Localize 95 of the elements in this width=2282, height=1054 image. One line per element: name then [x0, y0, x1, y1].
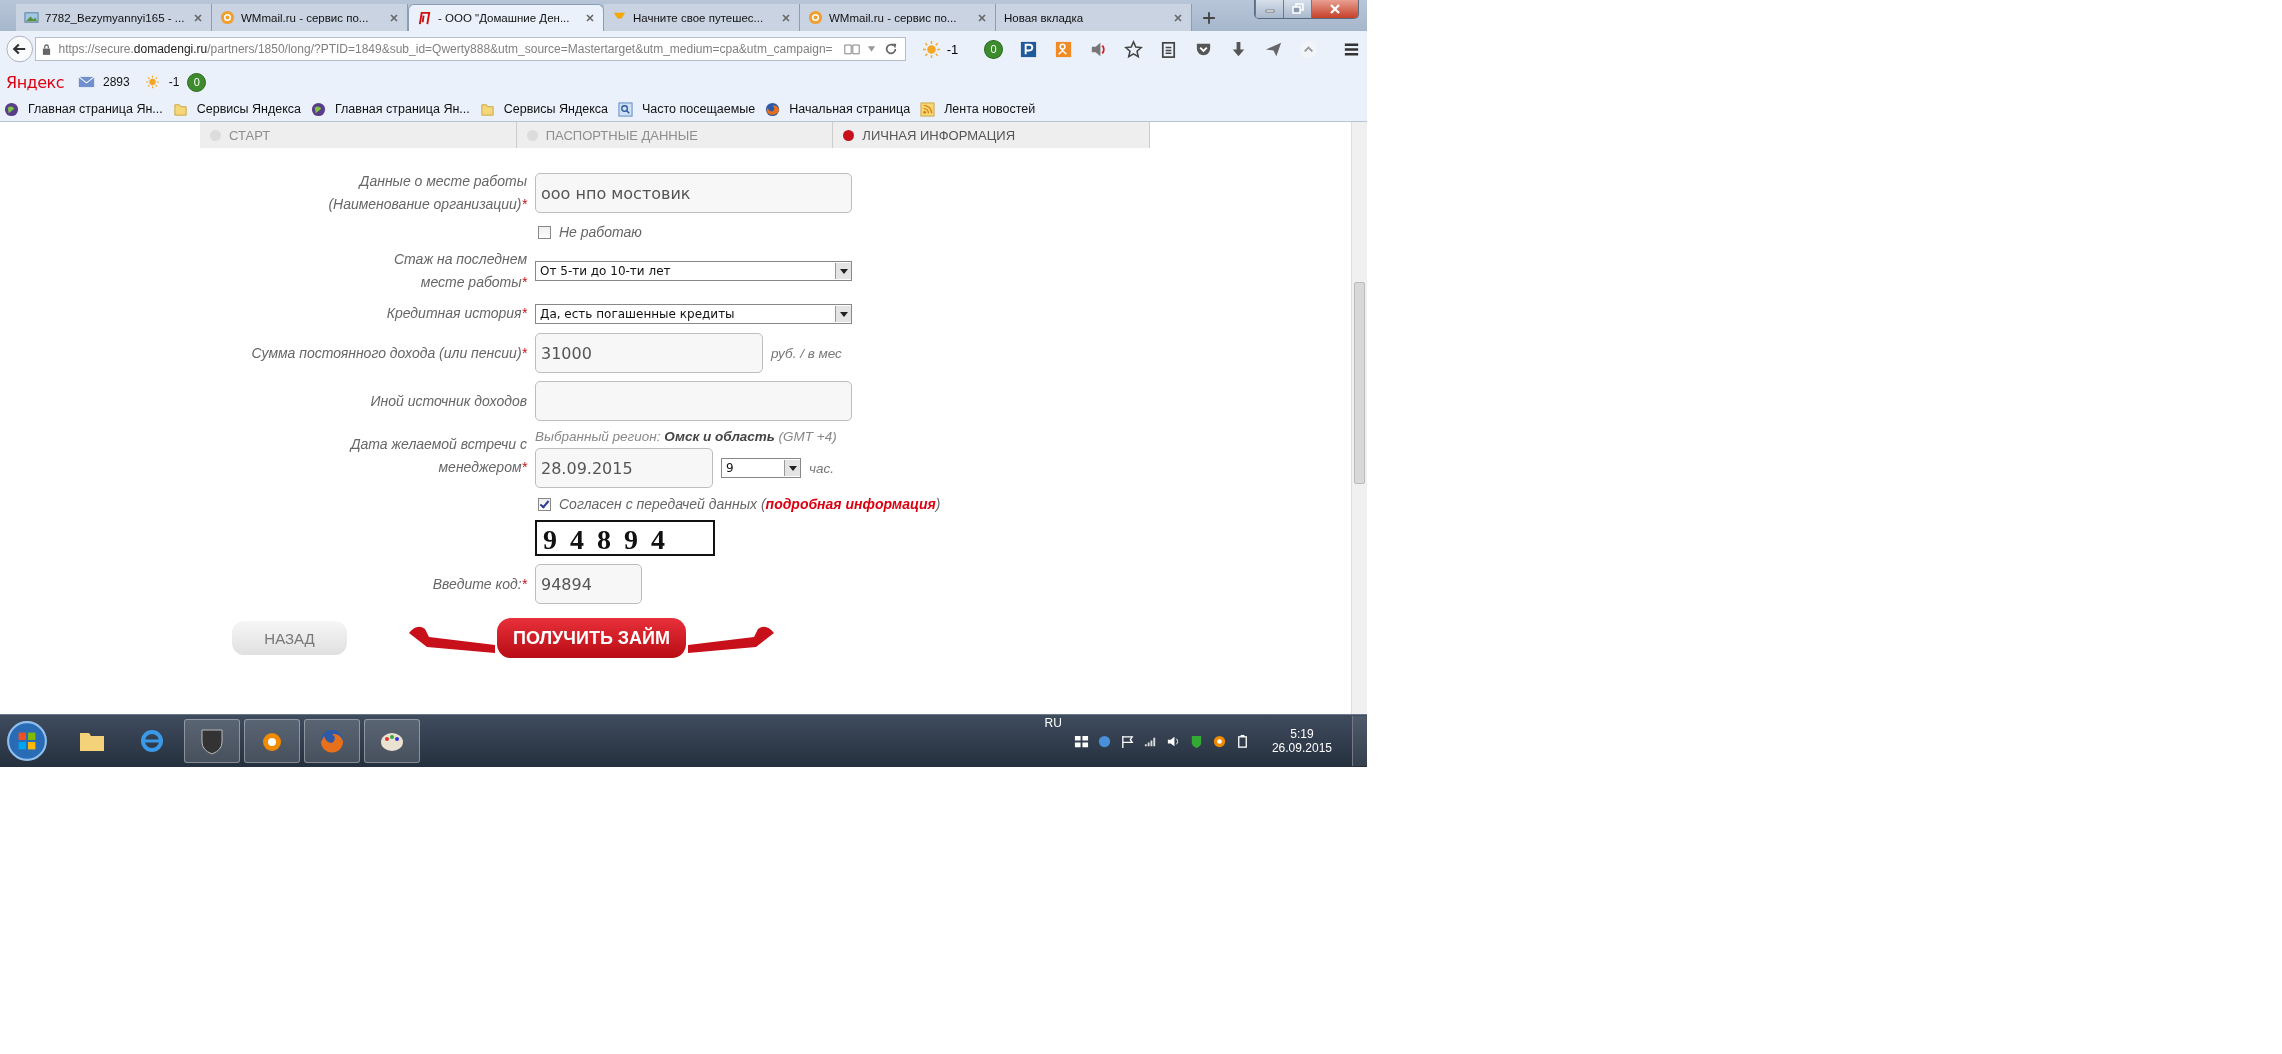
star-icon[interactable] [1124, 39, 1143, 59]
select-field[interactable]: От 5-ти до 10-ти лет [535, 261, 852, 281]
temperature: -1 [946, 41, 959, 57]
bookmark[interactable]: Лента новостей [920, 101, 1036, 117]
taskbar-app[interactable] [364, 719, 420, 763]
input-field[interactable] [535, 381, 852, 421]
logo-icon [417, 10, 432, 26]
language-indicator[interactable]: RU [1044, 716, 1062, 730]
browser-tab[interactable]: WMmail.ru - сервис по... [212, 4, 408, 31]
checkbox[interactable] [538, 497, 551, 511]
unit-label: руб. / в мес [771, 345, 842, 361]
bookmark[interactable]: Главная страница Ян... [311, 101, 470, 117]
region-note: Выбранный регион: Омск и область (GMT +4) [535, 429, 837, 444]
browser-tab[interactable]: WMmail.ru - сервис по... [800, 4, 996, 31]
tab-title: Новая вкладка [1004, 11, 1085, 24]
captcha-image: 9 4 8 9 4 [535, 520, 715, 556]
windows-icon[interactable] [1073, 733, 1089, 749]
back-icon[interactable] [6, 35, 34, 63]
mail-count: 2893 [102, 75, 130, 89]
select-field[interactable]: Да, есть погашенные кредиты [535, 303, 852, 324]
consent-text: Согласен с передачей данных (подробная информация) [559, 496, 941, 512]
close-icon [1329, 3, 1341, 15]
rss-icon [920, 101, 936, 117]
bookmark[interactable]: Сервисы Яндекса [172, 101, 301, 117]
clock-time: 5:19 [1290, 727, 1314, 741]
field-label: Иной источник доходов [370, 391, 527, 411]
chevron-up-icon[interactable] [1299, 39, 1318, 59]
field-label: Сумма постоянного дохода (или пенсии)* [251, 343, 527, 363]
lock-icon [42, 43, 52, 55]
folder-icon [479, 101, 495, 117]
date-field[interactable]: 28.09.2015 [535, 448, 713, 488]
close-icon[interactable] [1173, 12, 1183, 23]
close-icon[interactable] [389, 12, 399, 23]
magnifier-page-icon [618, 101, 633, 117]
tab-title: WMmail.ru - сервис по... [241, 11, 370, 24]
close-icon[interactable] [977, 12, 987, 23]
address-bar[interactable]: https://secure.domadengi.ru/partners/1850/long/?PTID=1849&sub_id=Qwerty888&utm_source=Mastertarget&utm_medium=cpa&utm_campaign= [35, 37, 906, 61]
browser-tab[interactable]: Начните свое путешес... [604, 4, 800, 31]
input-field[interactable]: 31000 [535, 333, 763, 373]
clock[interactable]: 5:19 26.09.2015 [1271, 727, 1332, 755]
envelope-icon[interactable] [77, 75, 95, 89]
hour-select[interactable]: 9 [721, 458, 801, 478]
show-desktop-button[interactable] [1352, 716, 1367, 766]
reader-icon[interactable] [843, 42, 860, 56]
field-label: Дата желаемой встречи с менеджером* [348, 435, 527, 477]
tab-title: Начните свое путешес... [633, 11, 765, 24]
back-button[interactable]: НАЗАД [232, 621, 347, 655]
input-field[interactable]: 94894 [535, 564, 642, 604]
restore-icon [1291, 3, 1304, 15]
close-icon[interactable] [193, 12, 203, 23]
temperature: -1 [168, 75, 180, 89]
clock-date: 26.09.2015 [1271, 741, 1332, 755]
folder-icon [172, 101, 188, 117]
restore-button[interactable] [1283, 0, 1311, 18]
counter-badge[interactable]: 0 [187, 72, 207, 92]
start-button[interactable] [6, 720, 48, 762]
step: СТАРТ [200, 122, 517, 148]
tab-title: WMmail.ru - сервис по... [829, 11, 958, 24]
bookmark[interactable]: Часто посещаемые [618, 101, 756, 117]
field-label: Кредитная история* [386, 304, 527, 323]
bookmark[interactable]: Главная страница Ян... [4, 101, 163, 117]
field-label: Данные о месте работы (Наименование организации)* [327, 172, 527, 214]
checkbox[interactable]: Не работаю [538, 224, 642, 240]
taskbar-app[interactable] [184, 719, 240, 763]
browser-tab[interactable]: 7782_Bezymyannyi165 - ... [16, 4, 212, 31]
browser-tab[interactable]: - ООО "Домашние Ден... [408, 4, 604, 31]
yandex-logo[interactable]: Яндекс [6, 72, 64, 92]
dropdown-icon[interactable] [866, 45, 876, 53]
step: ЛИЧНАЯ ИНФОРМАЦИЯ [833, 122, 1150, 148]
clipboard-icon[interactable] [1159, 39, 1178, 59]
url-text: https://secure.domadengi.ru/partners/1850/long/?PTID=1849&sub_id=Qwerty888&utm_source=Mastertarget&utm_medium=cpa&utm_campaign= [58, 42, 834, 56]
submit-button[interactable]: ПОЛУЧИТЬ ЗАЙМ [497, 618, 687, 658]
scroll-thumb[interactable] [1354, 282, 1365, 484]
image-icon [24, 10, 39, 25]
step: ПАСПОРТНЫЕ ДАННЫЕ [516, 122, 834, 148]
input-field[interactable]: ооо нпо мостовик [535, 173, 852, 213]
tab-title: - ООО "Домашние Ден... [438, 12, 571, 24]
taskbar-app[interactable] [244, 719, 300, 763]
person-icon[interactable] [1054, 39, 1073, 59]
browser-tab[interactable]: Новая вкладка [996, 4, 1192, 31]
close-icon[interactable] [585, 13, 595, 23]
scrollbar[interactable] [1351, 122, 1367, 714]
unit-label: час. [809, 460, 834, 476]
field-label: Стаж на последнем месте работы* [393, 250, 527, 292]
bookmark[interactable]: Сервисы Яндекса [479, 101, 608, 117]
minimize-button[interactable] [1255, 0, 1283, 18]
bookmark[interactable]: Начальная страница [765, 101, 911, 117]
close-icon[interactable] [781, 12, 791, 23]
tab-title: 7782_Bezymyannyi165 - ... [45, 11, 186, 24]
parking-icon[interactable] [1019, 39, 1038, 59]
close-window-button[interactable] [1311, 0, 1358, 18]
new-tab-icon[interactable] [1202, 11, 1216, 25]
counter-badge[interactable]: 0 [984, 39, 1003, 59]
field-label: Введите код:* [432, 574, 527, 594]
details-link[interactable]: подробная информация [765, 496, 936, 512]
